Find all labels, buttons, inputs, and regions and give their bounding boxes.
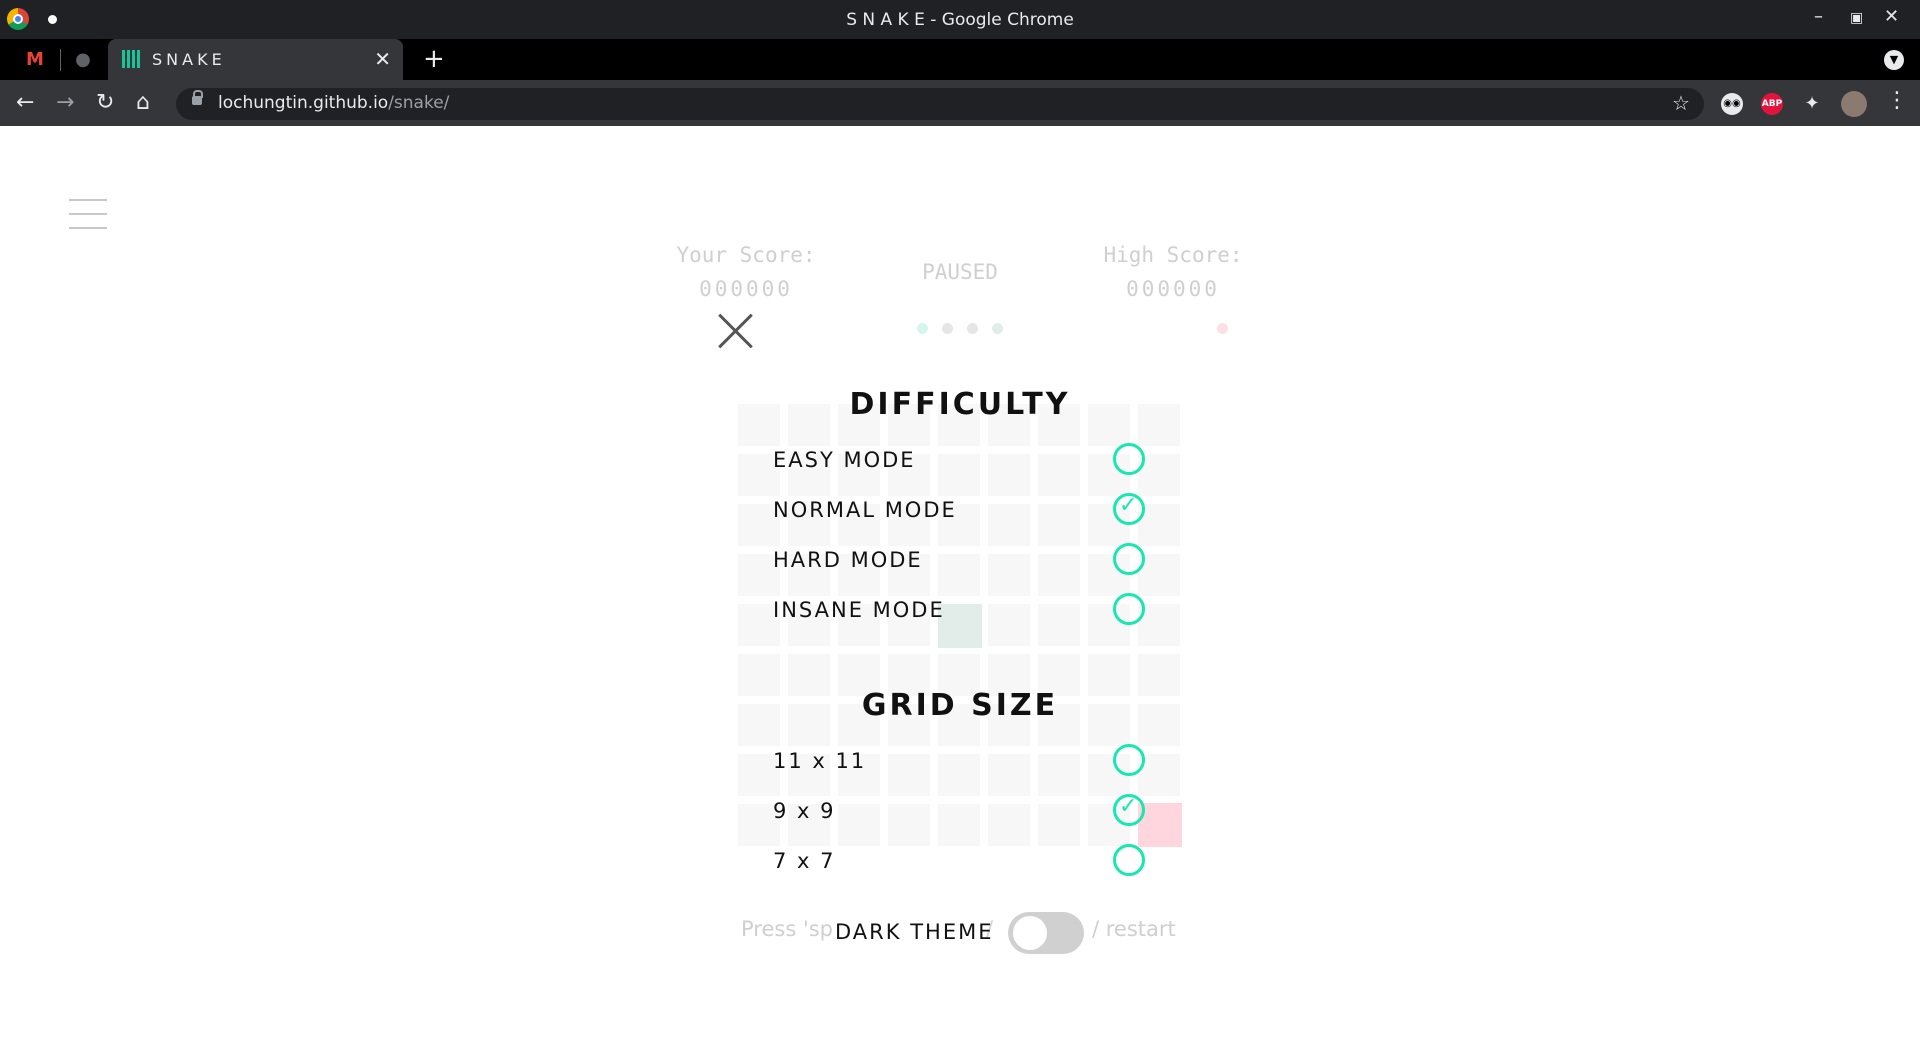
new-tab-icon[interactable]: + (423, 44, 445, 74)
toggle-knob (1013, 916, 1047, 950)
life-dot (1217, 323, 1228, 334)
grid-cell (988, 504, 1030, 546)
tab-snake[interactable]: SNAKE ✕ (108, 39, 403, 80)
grid-9-radio[interactable] (1113, 794, 1145, 826)
url-host: lochungtin.github.io (218, 93, 389, 113)
grid-cell (1038, 504, 1080, 546)
maximize-icon[interactable]: ▣ (1850, 10, 1863, 26)
extension-owl-icon[interactable]: ◉◉ (1721, 93, 1743, 115)
tab-close-icon[interactable]: ✕ (374, 47, 391, 71)
tab-label: SNAKE (152, 50, 226, 69)
difficulty-option-label[interactable]: HARD MODE (773, 548, 923, 572)
tab-divider (60, 49, 61, 71)
your-score-value: 000000 (699, 277, 793, 301)
grid-cell (988, 754, 1030, 796)
progress-dot (942, 323, 953, 334)
grid-11-radio[interactable] (1113, 744, 1145, 776)
dark-theme-label: DARK THEME (835, 920, 994, 944)
easy-mode-radio[interactable] (1113, 443, 1145, 475)
progress-dot (967, 323, 978, 334)
grid-cell (988, 804, 1030, 846)
footer-hint-left: Press 'sp (741, 917, 833, 941)
grid-cell (938, 754, 980, 796)
grid-option-label[interactable]: 7 x 7 (773, 849, 836, 873)
snake-favicon-icon (122, 50, 142, 68)
url-path: /snake/ (388, 93, 450, 113)
lock-icon[interactable] (192, 90, 203, 105)
grid-cell (938, 554, 980, 596)
grid-cell (938, 804, 980, 846)
difficulty-option-label[interactable]: NORMAL MODE (773, 498, 957, 522)
hamburger-menu-icon[interactable] (69, 199, 107, 231)
grid-cell (888, 754, 930, 796)
window-titlebar: S N A K E - Google Chrome – ▣ ✕ (0, 0, 1920, 39)
close-window-icon[interactable]: ✕ (1884, 6, 1899, 27)
normal-mode-radio[interactable] (1113, 493, 1145, 525)
profile-avatar[interactable] (1841, 91, 1867, 117)
minimize-icon[interactable]: – (1814, 6, 1823, 27)
back-icon[interactable]: ← (16, 90, 34, 115)
url-text[interactable]: lochungtin.github.io/snake/ (218, 93, 449, 113)
progress-dot (917, 323, 928, 334)
footer-hint-right: / restart (1092, 917, 1176, 941)
menu-kebab-icon[interactable]: ⋮ (1886, 88, 1908, 113)
insane-mode-radio[interactable] (1113, 593, 1145, 625)
grid-cell (988, 604, 1030, 646)
reload-icon[interactable]: ↻ (96, 90, 114, 115)
high-score-value: 000000 (1126, 277, 1220, 301)
grid-size-heading: GRID SIZE (861, 688, 1059, 723)
grid-cell (888, 804, 930, 846)
difficulty-option-label[interactable]: EASY MODE (773, 448, 916, 472)
grid-cell (1038, 604, 1080, 646)
home-icon[interactable]: ⌂ (136, 90, 150, 115)
gmail-icon[interactable]: M (24, 49, 46, 71)
extensions-puzzle-icon[interactable]: ✦ (1801, 93, 1823, 115)
high-score-label: High Score: (1103, 243, 1243, 267)
progress-dot (992, 323, 1003, 334)
grid-cell (1038, 454, 1080, 496)
game-status: PAUSED (922, 260, 998, 284)
grid-cell (1038, 554, 1080, 596)
window-title: S N A K E - Google Chrome (846, 10, 1074, 30)
difficulty-option-label[interactable]: INSANE MODE (773, 598, 945, 622)
close-settings-icon[interactable] (715, 310, 755, 350)
grid-cell (1038, 804, 1080, 846)
grid-cell (938, 454, 980, 496)
grid-cell (1038, 754, 1080, 796)
grid-cell (988, 554, 1030, 596)
dark-theme-toggle[interactable] (1008, 912, 1084, 954)
grid-cell (838, 804, 880, 846)
grid-cell (988, 454, 1030, 496)
adblock-plus-icon[interactable]: ABP (1761, 93, 1783, 115)
bookmark-star-icon[interactable]: ☆ (1672, 91, 1690, 115)
grid-7-radio[interactable] (1113, 844, 1145, 876)
tab-search-icon[interactable]: ▼ (1884, 50, 1904, 70)
forward-icon[interactable]: → (56, 90, 74, 115)
grid-option-label[interactable]: 11 x 11 (773, 749, 866, 773)
difficulty-heading: DIFFICULTY (849, 387, 1071, 422)
grid-option-label[interactable]: 9 x 9 (773, 799, 836, 823)
github-icon[interactable]: ● (72, 49, 94, 71)
your-score-label: Your Score: (676, 243, 816, 267)
hard-mode-radio[interactable] (1113, 543, 1145, 575)
